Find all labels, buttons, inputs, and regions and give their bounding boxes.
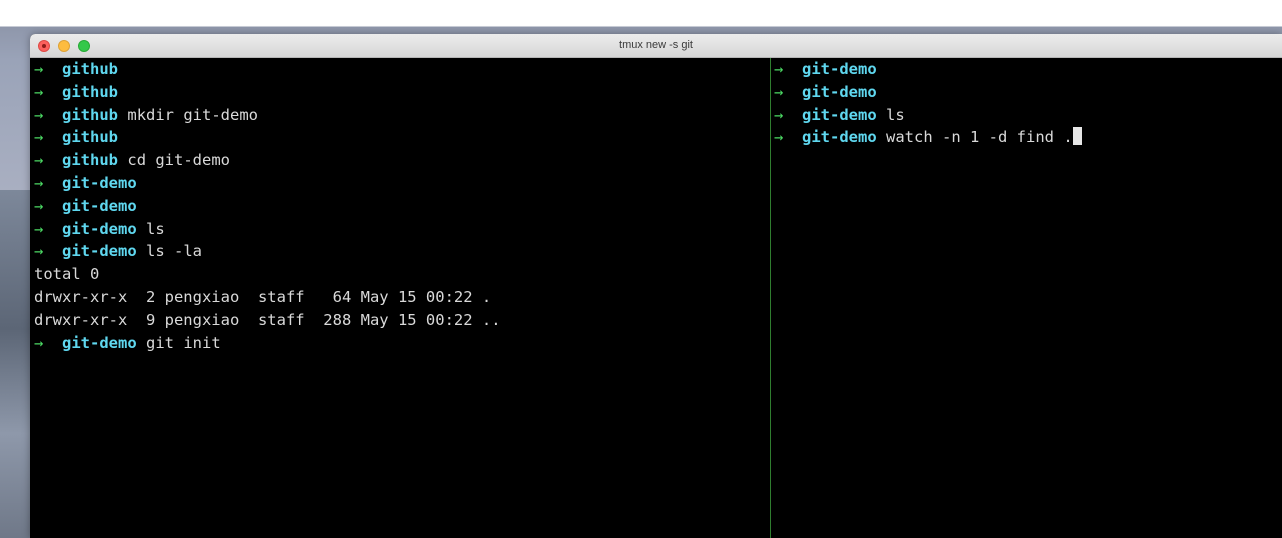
prompt-line: → github (34, 81, 766, 104)
prompt-line: → github (34, 58, 766, 81)
prompt-directory: github (62, 151, 119, 170)
prompt-arrow-icon: → (34, 333, 44, 352)
prompt-line: → git-demo (774, 81, 1278, 104)
output-text: drwxr-xr-x 2 pengxiao staff 64 May 15 00… (34, 287, 492, 306)
command-text: ls -la (146, 242, 203, 261)
command-text: ls (886, 105, 905, 124)
prompt-directory: git-demo (62, 196, 137, 215)
prompt-line: → git-demo watch -n 1 -d find . (774, 126, 1278, 149)
command-text: mkdir git-demo (127, 105, 259, 124)
prompt-arrow-icon: → (34, 82, 44, 101)
prompt-arrow-icon: → (34, 242, 44, 261)
output-line: drwxr-xr-x 9 pengxiao staff 288 May 15 0… (34, 309, 766, 332)
prompt-directory: github (62, 105, 119, 124)
prompt-arrow-icon: → (34, 151, 44, 170)
prompt-arrow-icon: → (34, 173, 44, 192)
prompt-line: → git-demo ls -la (34, 240, 766, 263)
prompt-line: → git-demo git init (34, 332, 766, 355)
prompt-directory: git-demo (802, 105, 877, 124)
prompt-line: → github (34, 126, 766, 149)
prompt-line: → git-demo ls (774, 104, 1278, 127)
pane-divider[interactable] (770, 58, 771, 538)
prompt-arrow-icon: → (774, 105, 784, 124)
prompt-directory: git-demo (62, 242, 137, 261)
output-line: drwxr-xr-x 2 pengxiao staff 64 May 15 00… (34, 286, 766, 309)
prompt-directory: git-demo (802, 128, 877, 147)
command-text: cd git-demo (127, 151, 231, 170)
command-text: git init (146, 333, 221, 352)
prompt-directory: git-demo (62, 219, 137, 238)
prompt-arrow-icon: → (774, 60, 784, 78)
prompt-line: → git-demo (34, 195, 766, 218)
prompt-directory: github (62, 60, 119, 78)
prompt-line: → github mkdir git-demo (34, 104, 766, 127)
prompt-directory: git-demo (62, 333, 137, 352)
title-bar[interactable]: tmux new -s git (30, 34, 1282, 58)
prompt-directory: git-demo (62, 173, 137, 192)
prompt-directory: github (62, 82, 119, 101)
prompt-directory: git-demo (802, 82, 877, 101)
output-line: total 0 (34, 263, 766, 286)
terminal-window[interactable]: tmux new -s git → github → github → github… (30, 34, 1282, 538)
command-text: ls (146, 219, 165, 238)
prompt-line: → git-demo ls (34, 218, 766, 241)
prompt-line: → github cd git-demo (34, 149, 766, 172)
text-cursor (1072, 127, 1082, 146)
prompt-line: → git-demo (34, 172, 766, 195)
prompt-directory: github (62, 128, 119, 147)
prompt-arrow-icon: → (34, 219, 44, 238)
tmux-pane-left[interactable]: → github → github → github mkdir git-demo →… (34, 58, 766, 538)
output-text: drwxr-xr-x 9 pengxiao staff 288 May 15 0… (34, 310, 501, 329)
prompt-directory: git-demo (802, 60, 877, 78)
prompt-arrow-icon: → (34, 60, 44, 78)
prompt-line: → git-demo (774, 58, 1278, 81)
command-text: watch -n 1 -d find . (886, 128, 1073, 147)
prompt-arrow-icon: → (774, 128, 784, 147)
prompt-arrow-icon: → (34, 128, 44, 147)
window-title: tmux new -s git (619, 39, 693, 51)
prompt-arrow-icon: → (774, 82, 784, 101)
prompt-arrow-icon: → (34, 196, 44, 215)
output-text: total 0 (34, 265, 100, 284)
tmux-pane-right[interactable]: → git-demo → git-demo → git-demo ls → git-d… (774, 58, 1278, 538)
prompt-arrow-icon: → (34, 105, 44, 124)
